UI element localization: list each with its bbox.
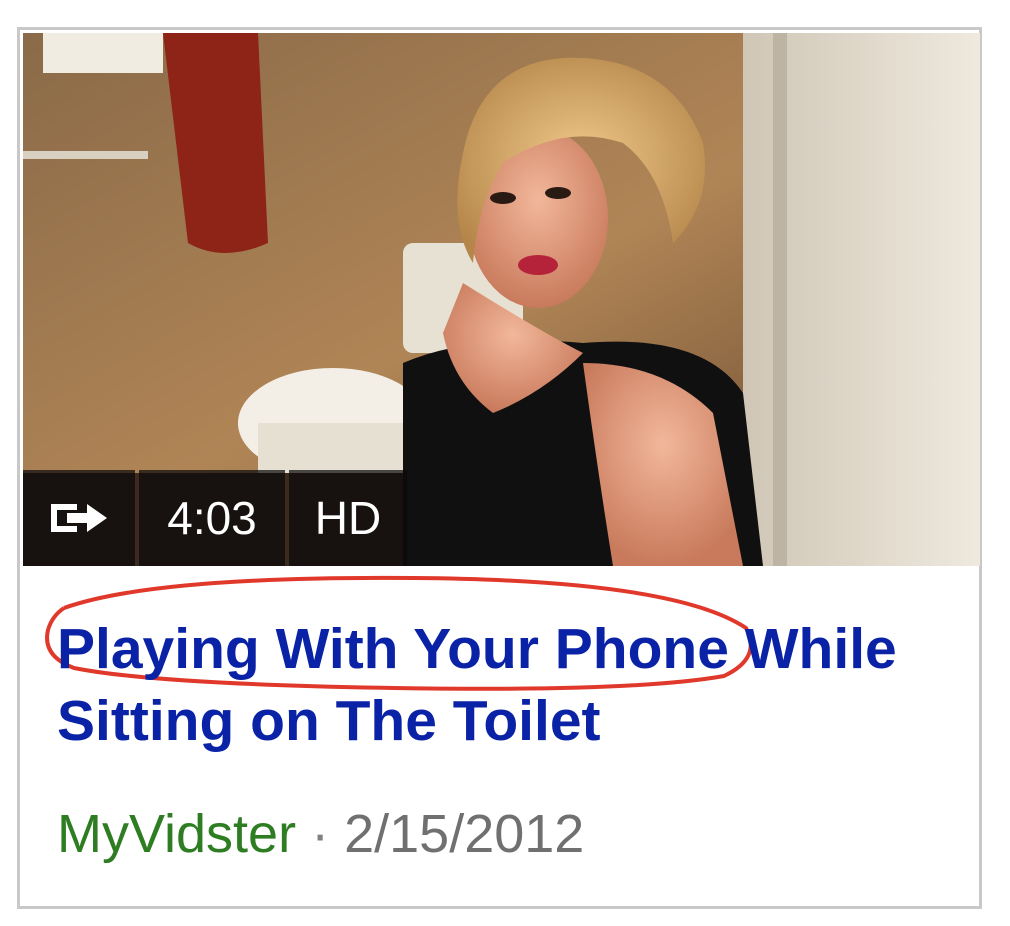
video-source[interactable]: MyVidster <box>57 804 296 864</box>
meta-separator: · <box>311 804 330 864</box>
share-button[interactable] <box>23 470 135 566</box>
share-arrow-icon <box>51 504 107 532</box>
video-meta-line: MyVidster · 2/15/2012 <box>57 802 584 866</box>
video-date: 2/15/2012 <box>344 804 585 864</box>
video-title-link[interactable]: Playing With Your Phone While Sitting on… <box>57 613 957 757</box>
video-thumbnail[interactable]: 4:03 HD <box>23 33 980 566</box>
video-result-card[interactable]: 4:03 HD Playing With Your Phone While Si… <box>17 27 982 909</box>
hd-badge: HD <box>289 470 407 566</box>
thumbnail-overlay-bar: 4:03 HD <box>23 470 407 566</box>
video-duration: 4:03 <box>139 470 285 566</box>
